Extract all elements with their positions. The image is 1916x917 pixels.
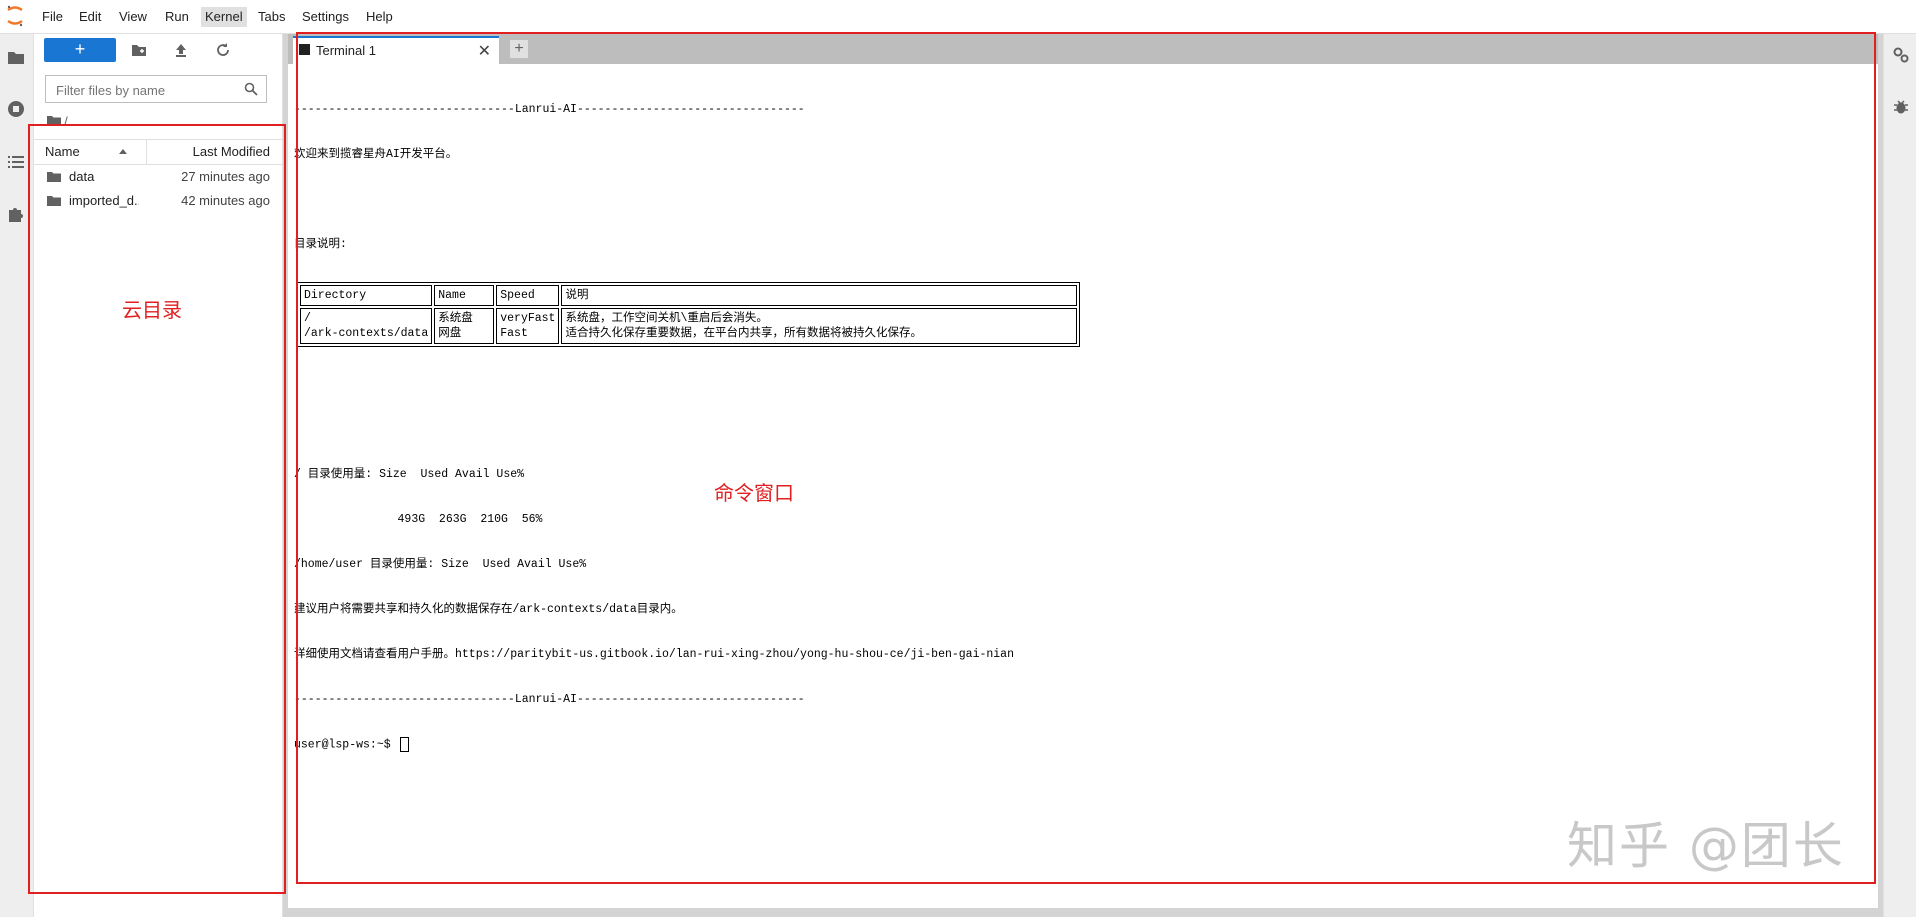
zhihu-watermark: 知乎 @团长 <box>1567 817 1845 875</box>
menu-tabs[interactable]: Tabs <box>254 7 289 27</box>
command-window-highlight <box>296 32 1876 884</box>
folder-icon[interactable] <box>7 48 25 66</box>
jupyter-logo-icon <box>7 5 23 27</box>
right-sidebar-tabs <box>1883 34 1916 917</box>
search-icon <box>244 82 258 96</box>
debugger-bug-icon[interactable] <box>1892 98 1910 116</box>
filter-files-input[interactable] <box>54 77 238 103</box>
property-inspector-gears-icon[interactable] <box>1892 46 1910 64</box>
filter-files-field[interactable] <box>45 75 267 103</box>
menu-run[interactable]: Run <box>161 7 193 27</box>
new-folder-icon[interactable] <box>131 42 147 58</box>
menu-file[interactable]: File <box>38 7 67 27</box>
menu-view[interactable]: View <box>115 7 151 27</box>
cloud-directory-label: 云目录 <box>122 298 182 322</box>
menu-kernel[interactable]: Kernel <box>201 7 247 27</box>
extension-puzzle-icon[interactable] <box>7 205 25 223</box>
command-window-label: 命令窗口 <box>714 481 794 505</box>
upload-icon[interactable] <box>173 42 189 58</box>
refresh-icon[interactable] <box>215 42 231 58</box>
menu-edit[interactable]: Edit <box>75 7 105 27</box>
table-of-contents-icon[interactable] <box>7 153 25 171</box>
new-launcher-button[interactable]: + <box>44 38 116 62</box>
menu-help[interactable]: Help <box>362 7 397 27</box>
menu-settings[interactable]: Settings <box>298 7 353 27</box>
menu-bar: File Edit View Run Kernel Tabs Settings … <box>0 0 1916 34</box>
cloud-directory-highlight <box>28 124 286 894</box>
running-sessions-icon[interactable] <box>7 100 25 118</box>
